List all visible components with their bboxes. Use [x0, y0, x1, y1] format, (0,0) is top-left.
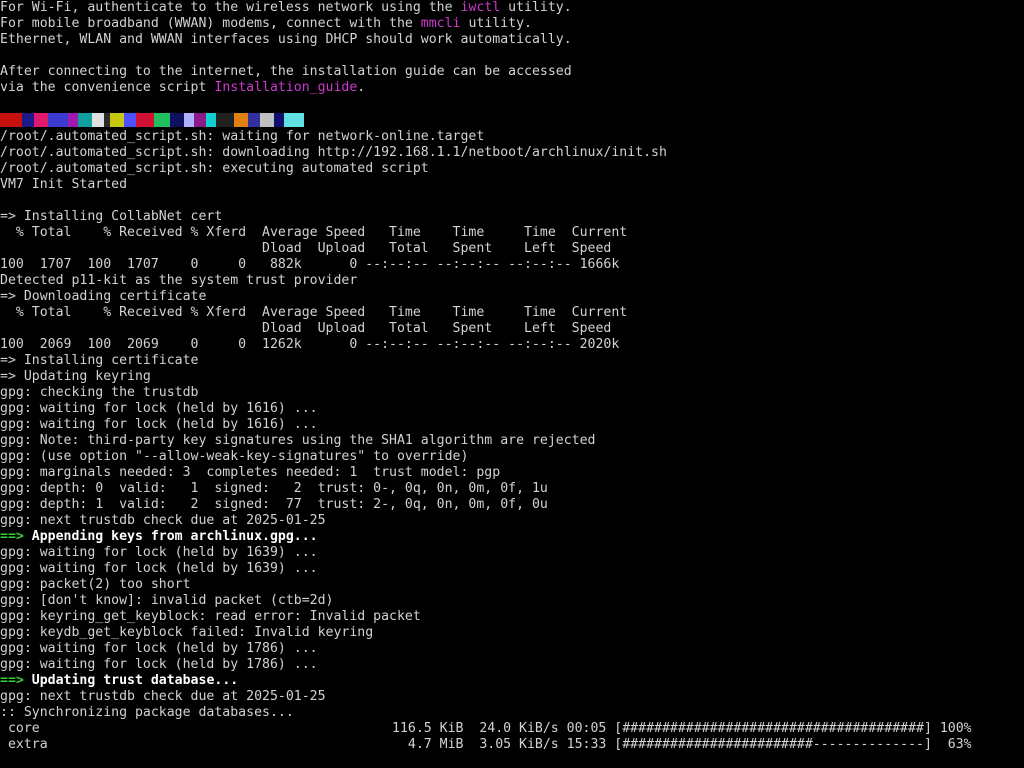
guide-text-end: . [357, 80, 366, 95]
log-block-3: gpg: next trustdb check due at 2025-01-2… [0, 689, 1024, 721]
glitch-segment [260, 113, 274, 127]
log-line: => Installing CollabNet cert [0, 209, 223, 224]
glitch-segment [206, 113, 216, 127]
log-line: => Installing certificate [0, 353, 199, 368]
glitch-segment [22, 113, 34, 127]
log-line: /root/.automated_script.sh: waiting for … [0, 129, 485, 144]
append-keys-text: Appending keys from archlinux.gpg... [23, 529, 318, 544]
glitch-line [0, 113, 1024, 129]
log-line: :: Synchronizing package databases... [0, 705, 294, 720]
glitch-segment [0, 113, 22, 127]
log-line: gpg: marginals needed: 3 completes neede… [0, 465, 501, 480]
log-line: gpg: next trustdb check due at 2025-01-2… [0, 513, 326, 528]
glitch-segment [124, 113, 136, 127]
wwan-text: For mobile broadband (WWAN) modems, conn… [0, 16, 421, 31]
glitch-segment [284, 113, 304, 127]
log-line: gpg: waiting for lock (held by 1616) ... [0, 417, 318, 432]
guide-text: via the convenience script [0, 80, 215, 95]
package-line-extra: extra 4.7 MiB 3.05 KiB/s 15:33 [########… [0, 737, 1024, 753]
wifi-line: For Wi-Fi, authenticate to the wireless … [0, 0, 1024, 16]
log-line: Detected p11-kit as the system trust pro… [0, 273, 358, 288]
glitch-segment [248, 113, 260, 127]
log-line: VM7 Init Started [0, 177, 128, 192]
package-line-core: core 116.5 KiB 24.0 KiB/s 00:05 [########… [0, 721, 1024, 737]
arrow-marker: ==> [0, 673, 24, 688]
log-line: => Downloading certificate [0, 289, 207, 304]
log-line: gpg: (use option "--allow-weak-key-signa… [0, 449, 469, 464]
package-name: extra [0, 737, 48, 752]
log-line: gpg: depth: 0 valid: 1 signed: 2 trust: … [0, 481, 548, 496]
glitch-segment [136, 113, 154, 127]
update-trust-text: Updating trust database... [23, 673, 239, 688]
log-block: /root/.automated_script.sh: waiting for … [0, 129, 1024, 529]
log-line: gpg: depth: 1 valid: 2 signed: 77 trust:… [0, 497, 548, 512]
log-line: gpg: waiting for lock (held by 1639) ... [0, 545, 318, 560]
package-progress: 4.7 MiB 3.05 KiB/s 15:33 [##############… [392, 737, 972, 752]
log-line: gpg: waiting for lock (held by 1786) ... [0, 657, 318, 672]
log-line: gpg: waiting for lock (held by 1616) ... [0, 401, 318, 416]
dhcp-line: Ethernet, WLAN and WWAN interfaces using… [0, 32, 572, 47]
glitch-segment [48, 113, 68, 127]
glitch-segment [216, 113, 234, 127]
glitch-segment [234, 113, 248, 127]
log-line: /root/.automated_script.sh: downloading … [0, 145, 667, 160]
wifi-text-end: utility. [500, 0, 572, 15]
log-line: % Total % Received % Xferd Average Speed… [0, 305, 628, 320]
package-progress: 116.5 KiB 24.0 KiB/s 00:05 [############… [392, 721, 972, 736]
glitch-segment [184, 113, 194, 127]
glitch-segment [170, 113, 184, 127]
log-line: gpg: packet(2) too short [0, 577, 191, 592]
log-line: 100 1707 100 1707 0 0 882k 0 --:--:-- --… [0, 257, 620, 272]
log-line: gpg: waiting for lock (held by 1639) ... [0, 561, 318, 576]
wwan-line: For mobile broadband (WWAN) modems, conn… [0, 16, 1024, 32]
log-line: gpg: checking the trustdb [0, 385, 199, 400]
log-line: gpg: waiting for lock (held by 1786) ... [0, 641, 318, 656]
log-line: Dload Upload Total Spent Left Speed [0, 321, 612, 336]
guide-line-2: via the convenience script Installation_… [0, 80, 1024, 96]
glitch-segment [110, 113, 124, 127]
glitch-segment [34, 113, 48, 127]
glitch-segment [154, 113, 170, 127]
iwctl-highlight: iwctl [460, 0, 501, 15]
arrow-marker: ==> [0, 529, 24, 544]
log-block-2: gpg: waiting for lock (held by 1639) ...… [0, 545, 1024, 673]
log-line: /root/.automated_script.sh: executing au… [0, 161, 429, 176]
log-line: gpg: Note: third-party key signatures us… [0, 433, 596, 448]
wifi-text: For Wi-Fi, authenticate to the wireless … [0, 0, 461, 15]
log-line: 100 2069 100 2069 0 0 1262k 0 --:--:-- -… [0, 337, 620, 352]
glitch-segment [194, 113, 206, 127]
log-line: gpg: [don't know]: invalid packet (ctb=2… [0, 593, 334, 608]
glitch-segment [274, 113, 284, 127]
wwan-text-end: utility. [460, 16, 532, 31]
glitch-segment [92, 113, 104, 127]
installation-guide-highlight: Installation_guide [214, 80, 358, 95]
log-line: Dload Upload Total Spent Left Speed [0, 241, 612, 256]
update-trust-line: ==> Updating trust database... [0, 673, 1024, 689]
terminal-console: For Wi-Fi, authenticate to the wireless … [0, 0, 1024, 768]
glitch-segment [68, 113, 78, 127]
append-keys-line: ==> Appending keys from archlinux.gpg... [0, 529, 1024, 545]
mmcli-highlight: mmcli [420, 16, 461, 31]
glitch-artifact-bar [0, 113, 1024, 127]
guide-line-1: After connecting to the internet, the in… [0, 64, 572, 79]
log-line: gpg: keyring_get_keyblock: read error: I… [0, 609, 421, 624]
log-line: gpg: next trustdb check due at 2025-01-2… [0, 689, 326, 704]
glitch-segment [78, 113, 92, 127]
log-line: => Updating keyring [0, 369, 151, 384]
package-name: core [0, 721, 40, 736]
log-line: % Total % Received % Xferd Average Speed… [0, 225, 628, 240]
log-line: gpg: keydb_get_keyblock failed: Invalid … [0, 625, 374, 640]
